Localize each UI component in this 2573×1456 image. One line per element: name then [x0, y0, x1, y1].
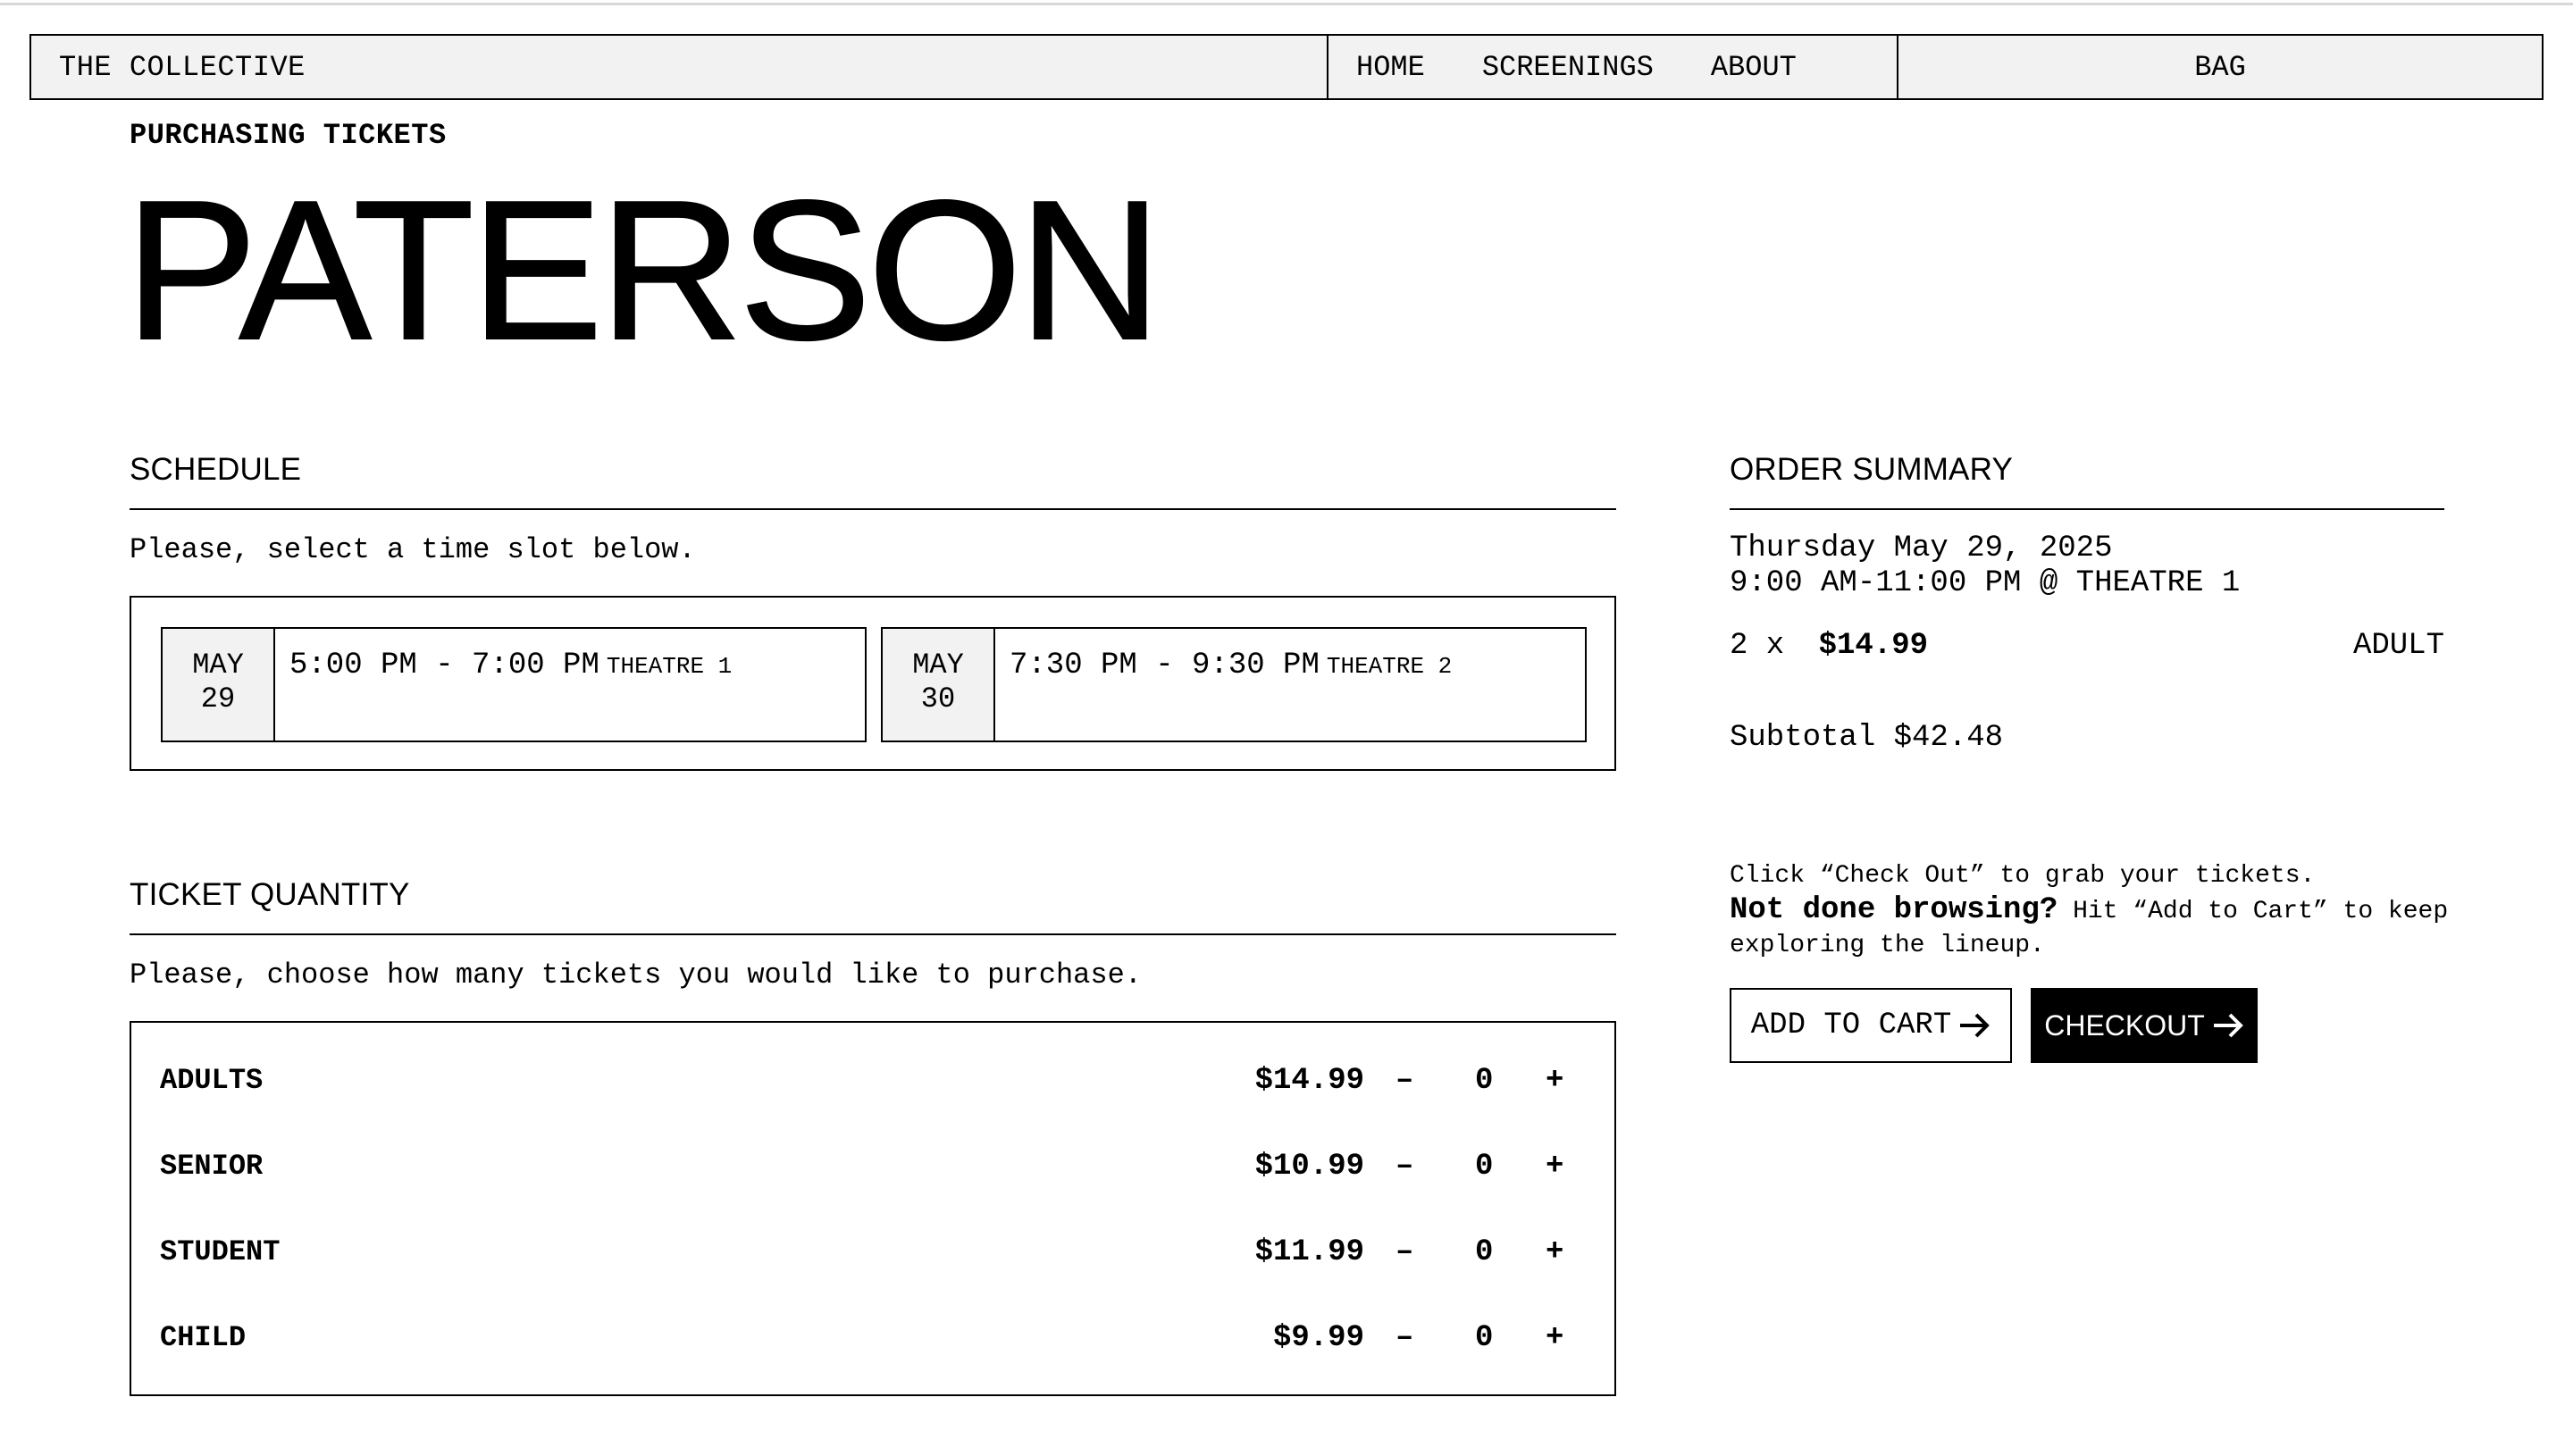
slot-day: 29 — [200, 682, 236, 715]
slot-info: 7:30 PM - 9:30 PM THEATRE 2 — [995, 629, 1585, 741]
ticket-row-senior: SENIOR $10.99 – 0 + — [131, 1144, 1614, 1189]
summary-subtotal: Subtotal $42.48 — [1730, 721, 2004, 755]
ticket-type: SENIOR — [160, 1150, 264, 1183]
schedule-heading: SCHEDULE — [130, 452, 302, 487]
summary-slot: 9:00 AM-11:00 PM @ THEATRE 1 — [1730, 566, 2241, 600]
nav-links: HOME SCREENINGS ABOUT — [1328, 36, 1898, 98]
brand-label[interactable]: THE COLLECTIVE — [59, 51, 306, 84]
ticket-type: STUDENT — [160, 1235, 281, 1268]
ticket-quantity-help-text: Please, choose how many tickets you woul… — [130, 958, 1142, 992]
ticket-quantity-heading: TICKET QUANTITY — [130, 877, 410, 912]
order-summary-heading: ORDER SUMMARY — [1730, 452, 2013, 487]
summary-line-price: $14.99 — [1818, 629, 1929, 663]
checkout-note-line1: Click “Check Out” to grab your tickets. — [1730, 862, 2316, 890]
schedule-help-text: Please, select a time slot below. — [130, 533, 696, 566]
order-summary-divider — [1730, 508, 2444, 510]
add-to-cart-button[interactable]: ADD TO CART — [1730, 988, 2012, 1063]
slot-month: MAY — [192, 649, 244, 682]
increment-button[interactable]: + — [1546, 1059, 1563, 1103]
ticket-qty: 0 — [1475, 1064, 1494, 1098]
page-title: PATERSON — [124, 160, 1162, 381]
checkout-note: Click “Check Out” to grab your tickets. … — [1730, 859, 2471, 963]
ticket-quantity-list: ADULTS $14.99 – 0 + SENIOR $10.99 – 0 + … — [130, 1021, 1616, 1396]
summary-line-type: ADULT — [2352, 629, 2444, 663]
checkout-note-bold: Not done browsing? — [1730, 893, 2058, 927]
ticket-price: $14.99 — [1254, 1064, 1364, 1098]
ticket-qty: 0 — [1475, 1235, 1494, 1269]
time-slot-list: MAY 29 5:00 PM - 7:00 PM THEATRE 1 MAY 30… — [130, 596, 1616, 771]
browser-top-border — [0, 0, 2573, 5]
ticket-qty: 0 — [1475, 1150, 1494, 1184]
arrow-right-icon — [2212, 1012, 2244, 1039]
checkout-button[interactable]: CHECKOUT — [2031, 988, 2258, 1063]
slot-date: MAY 29 — [163, 629, 275, 741]
decrement-button[interactable]: – — [1395, 1230, 1413, 1275]
ticket-qty: 0 — [1475, 1321, 1494, 1355]
add-to-cart-label[interactable]: ADD TO CART — [1751, 1008, 1951, 1042]
slot-time: 5:00 PM - 7:00 PM — [289, 649, 599, 682]
breadcrumb: PURCHASING TICKETS — [130, 119, 447, 152]
increment-button[interactable]: + — [1546, 1230, 1563, 1275]
decrement-button[interactable]: – — [1395, 1144, 1413, 1189]
checkout-label[interactable]: CHECKOUT — [2044, 1009, 2205, 1042]
decrement-button[interactable]: – — [1395, 1059, 1413, 1103]
ticket-type: ADULTS — [160, 1064, 264, 1097]
schedule-divider — [130, 508, 1616, 510]
time-slot-may-29[interactable]: MAY 29 5:00 PM - 7:00 PM THEATRE 1 — [161, 627, 867, 742]
nav-link-home[interactable]: HOME — [1356, 51, 1425, 84]
ticket-type: CHILD — [160, 1321, 247, 1354]
increment-button[interactable]: + — [1546, 1144, 1563, 1189]
ticket-row-child: CHILD $9.99 – 0 + — [131, 1316, 1614, 1360]
ticket-price: $9.99 — [1272, 1321, 1364, 1355]
slot-theatre: THEATRE 1 — [606, 653, 733, 680]
top-nav: THE COLLECTIVE HOME SCREENINGS ABOUT BAG — [29, 34, 2544, 100]
ticket-price: $10.99 — [1254, 1150, 1364, 1184]
time-slot-may-30[interactable]: MAY 30 7:30 PM - 9:30 PM THEATRE 2 — [881, 627, 1587, 742]
ticket-row-student: STUDENT $11.99 – 0 + — [131, 1230, 1614, 1275]
nav-link-screenings[interactable]: SCREENINGS — [1482, 51, 1654, 84]
slot-date: MAY 30 — [883, 629, 995, 741]
bag-button[interactable]: BAG — [1898, 36, 2542, 98]
summary-line-item: 2 x $14.99 ADULT — [1730, 629, 2444, 663]
slot-theatre: THEATRE 2 — [1326, 653, 1453, 680]
arrow-right-icon — [1958, 1012, 1991, 1039]
increment-button[interactable]: + — [1546, 1316, 1563, 1360]
ticket-price: $11.99 — [1254, 1235, 1364, 1269]
summary-line-qty: 2 x — [1730, 629, 1785, 663]
slot-time: 7:30 PM - 9:30 PM — [1010, 649, 1320, 682]
slot-day: 30 — [920, 682, 956, 715]
ticket-row-adults: ADULTS $14.99 – 0 + — [131, 1059, 1614, 1103]
ticket-quantity-divider — [130, 933, 1616, 935]
slot-month: MAY — [912, 649, 964, 682]
decrement-button[interactable]: – — [1395, 1316, 1413, 1360]
summary-date: Thursday May 29, 2025 — [1730, 531, 2113, 565]
nav-link-about[interactable]: ABOUT — [1711, 51, 1797, 84]
slot-info: 5:00 PM - 7:00 PM THEATRE 1 — [275, 629, 865, 741]
site-brand[interactable]: THE COLLECTIVE — [31, 36, 1328, 98]
bag-label[interactable]: BAG — [2194, 51, 2246, 84]
